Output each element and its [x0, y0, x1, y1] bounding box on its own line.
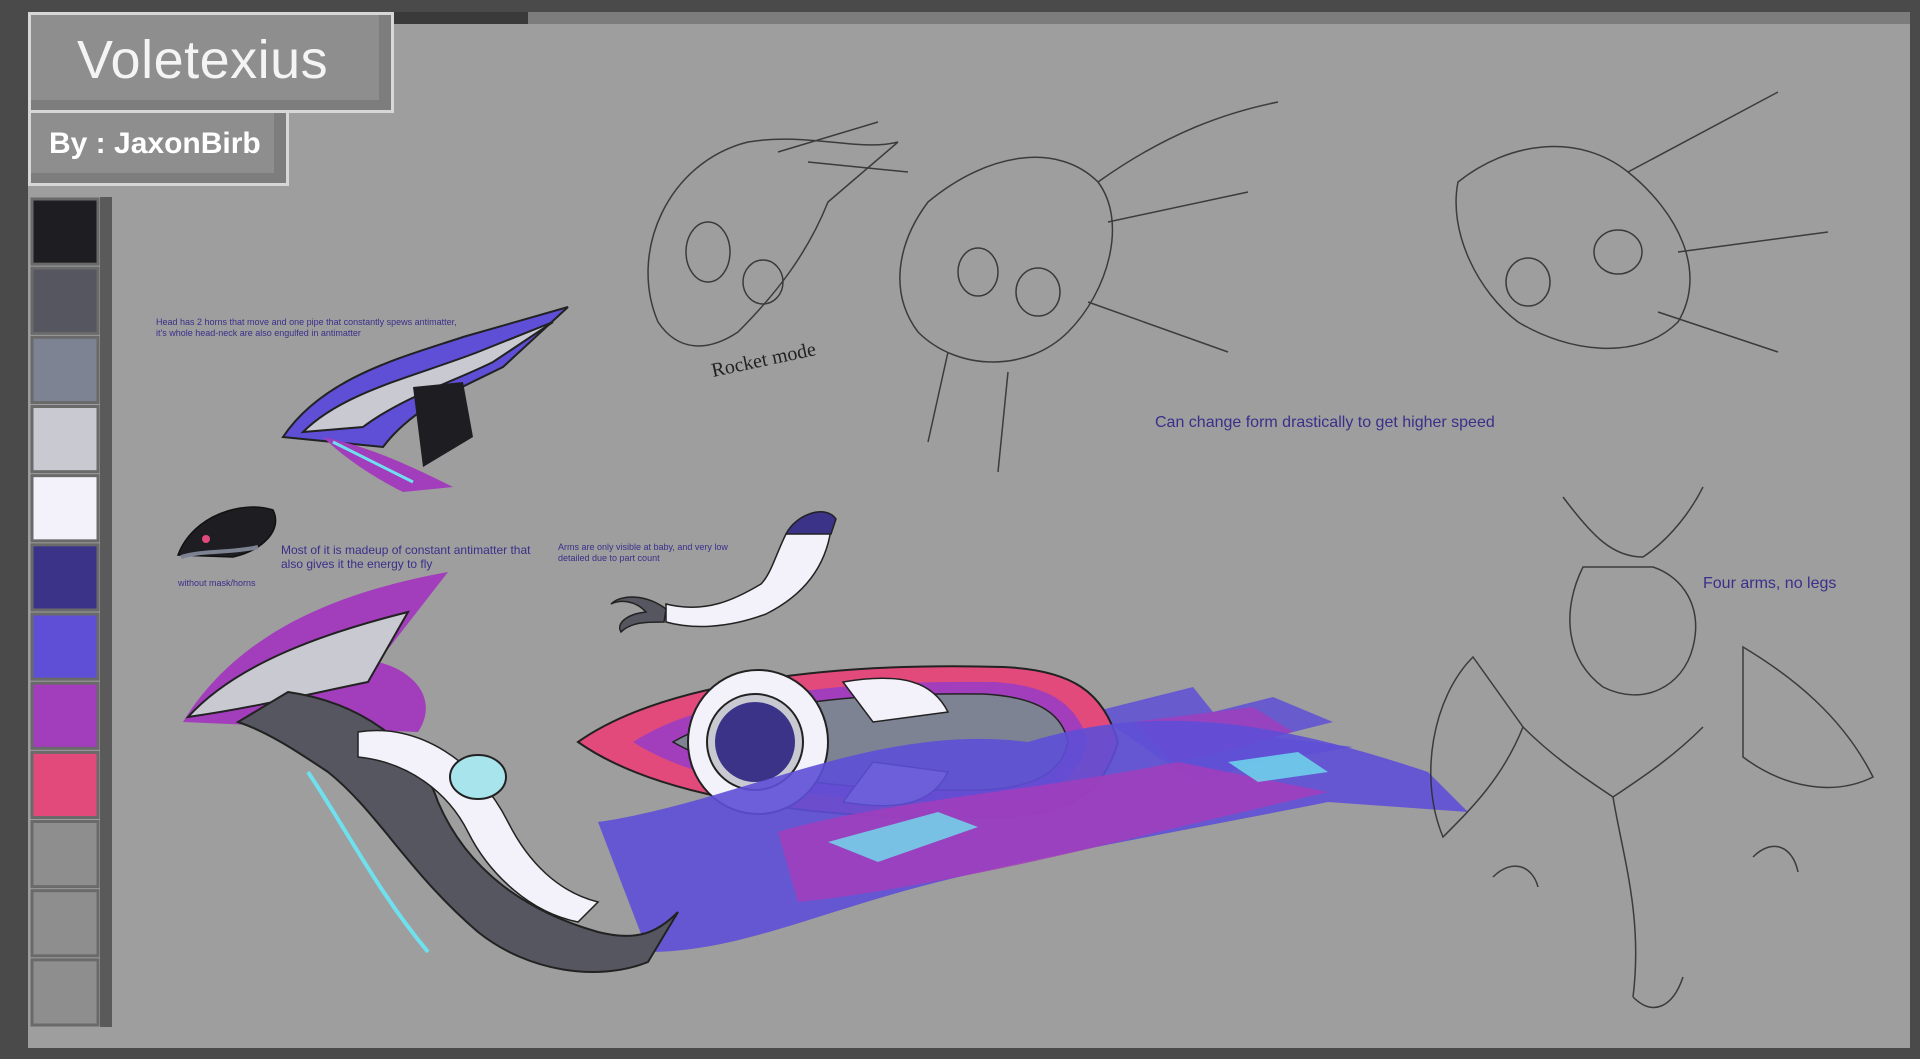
palette-swatch [30, 197, 100, 266]
palette-swatch [30, 958, 100, 1027]
author-credit: By : JaxonBirb [49, 127, 261, 160]
palette-swatch [30, 543, 100, 612]
color-palette [30, 197, 112, 1027]
palette-swatch [30, 266, 100, 335]
palette-swatch [30, 820, 100, 889]
four-arms-sketch [1430, 486, 1875, 1008]
palette-swatch [30, 474, 100, 543]
palette-swatch [30, 681, 100, 750]
page-title: Voletexius [77, 30, 329, 90]
head-illustration [281, 306, 569, 492]
rocket-mode-handwritten: Rocket mode [709, 338, 817, 382]
full-body-illustration [183, 572, 1468, 973]
palette-swatch [30, 612, 100, 681]
top-bar-light [528, 12, 1910, 24]
title-box: Voletexius [28, 12, 394, 113]
palette-swatch [30, 335, 100, 404]
reference-sheet: Voletexius By : JaxonBirb Head has 2 hor… [28, 12, 1910, 1048]
author-box: By : JaxonBirb [28, 110, 289, 186]
palette-swatch [30, 889, 100, 958]
palette-swatch [30, 750, 100, 819]
palette-swatch [30, 405, 100, 474]
sketches-form-change: Rocket mode [647, 91, 1829, 473]
antimatter-note: Most of it is madeup of constant antimat… [281, 543, 531, 571]
head-without-mask [176, 506, 277, 559]
palette-edge [100, 197, 112, 1027]
